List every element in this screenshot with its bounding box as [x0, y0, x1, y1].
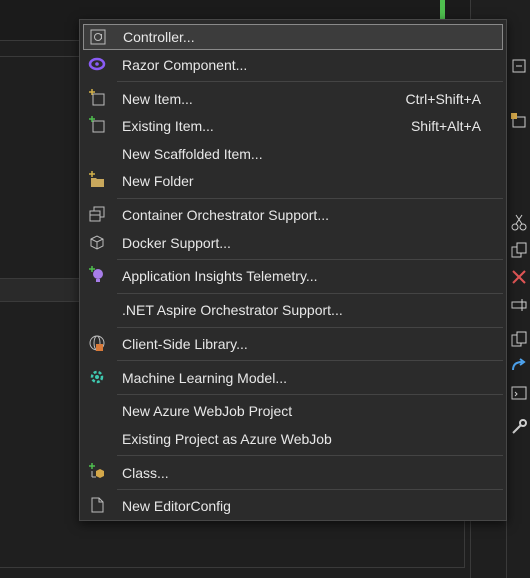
menu-item-label: New EditorConfig: [122, 498, 231, 514]
app-insights-icon: [89, 266, 103, 282]
blazor-icon: [88, 57, 106, 71]
redo-icon[interactable]: [510, 357, 528, 375]
menu-item-label: New Item...: [122, 91, 193, 107]
menu-item-client-side-library[interactable]: Client-Side Library...: [83, 331, 503, 357]
menu-item-controller[interactable]: Controller...: [83, 24, 503, 50]
menu-item-label: Application Insights Telemetry...: [122, 268, 318, 284]
scroll-marker: [440, 0, 445, 20]
menu-item-existing-item[interactable]: Existing Item... Shift+Alt+A: [83, 113, 503, 139]
paste-icon[interactable]: [510, 330, 528, 348]
menu-item-razor-component[interactable]: Razor Component...: [83, 52, 503, 78]
menu-separator: [117, 198, 503, 199]
menu-item-existing-azure-webjob[interactable]: Existing Project as Azure WebJob: [83, 426, 503, 452]
menu-item-new-item[interactable]: New Item... Ctrl+Shift+A: [83, 86, 503, 112]
menu-item-shortcut: Shift+Alt+A: [410, 118, 481, 134]
menu-separator: [117, 489, 503, 490]
delete-icon[interactable]: [510, 268, 528, 286]
menu-separator: [117, 81, 503, 82]
menu-item-label: Controller...: [123, 29, 195, 45]
menu-separator: [117, 327, 503, 328]
menu-item-label: .NET Aspire Orchestrator Support...: [122, 302, 343, 318]
new-item-icon: [89, 89, 105, 106]
menu-separator: [117, 455, 503, 456]
menu-item-shortcut: Ctrl+Shift+A: [405, 91, 481, 107]
menu-item-label: New Folder: [122, 173, 194, 189]
menu-item-label: Existing Item...: [122, 118, 214, 134]
client-library-icon: [89, 335, 105, 351]
menu-item-label: New Scaffolded Item...: [122, 146, 263, 162]
menu-item-new-scaffolded-item[interactable]: New Scaffolded Item...: [83, 141, 503, 167]
menu-item-class[interactable]: Class...: [83, 460, 503, 486]
menu-separator: [117, 259, 503, 260]
menu-item-new-azure-webjob[interactable]: New Azure WebJob Project: [83, 398, 503, 424]
menu-item-label: Docker Support...: [122, 235, 231, 251]
menu-item-new-folder[interactable]: New Folder: [83, 168, 503, 194]
terminal-icon[interactable]: [510, 384, 528, 402]
panel-bottom-border: [0, 567, 465, 568]
ml-model-icon: [90, 370, 104, 384]
menu-item-label: Existing Project as Azure WebJob: [122, 431, 332, 447]
menu-separator: [117, 394, 503, 395]
menu-item-label: Machine Learning Model...: [122, 370, 287, 386]
menu-item-label: Client-Side Library...: [122, 336, 248, 352]
menu-item-label: New Azure WebJob Project: [122, 403, 293, 419]
menu-separator: [117, 360, 503, 361]
menu-item-label: Class...: [122, 465, 169, 481]
menu-item-label: Container Orchestrator Support...: [122, 207, 329, 223]
copy-icon[interactable]: [510, 241, 528, 259]
menu-item-new-editorconfig[interactable]: New EditorConfig: [83, 493, 503, 519]
menu-item-ml-model[interactable]: Machine Learning Model...: [83, 365, 503, 391]
menu-separator: [117, 293, 503, 294]
menu-item-label: Razor Component...: [122, 57, 248, 73]
context-menu-add: Controller... Razor Component... New Ite…: [79, 19, 507, 521]
wrench-icon[interactable]: [510, 418, 528, 436]
container-orchestrator-icon: [89, 206, 105, 222]
collapse-icon[interactable]: [510, 57, 528, 75]
menu-item-container-orchestrator[interactable]: Container Orchestrator Support...: [83, 202, 503, 228]
class-icon: [89, 463, 104, 478]
rename-icon[interactable]: [510, 296, 528, 314]
menu-item-app-insights[interactable]: Application Insights Telemetry...: [83, 263, 503, 289]
controller-icon: [90, 29, 106, 45]
properties-icon[interactable]: [510, 112, 528, 130]
editorconfig-icon: [91, 497, 104, 513]
existing-item-icon: [89, 116, 105, 133]
cut-icon[interactable]: [510, 213, 528, 231]
menu-item-docker-support[interactable]: Docker Support...: [83, 230, 503, 256]
menu-item-aspire-orchestrator[interactable]: .NET Aspire Orchestrator Support...: [83, 297, 503, 323]
new-folder-icon: [89, 171, 104, 187]
docker-icon: [90, 235, 104, 250]
